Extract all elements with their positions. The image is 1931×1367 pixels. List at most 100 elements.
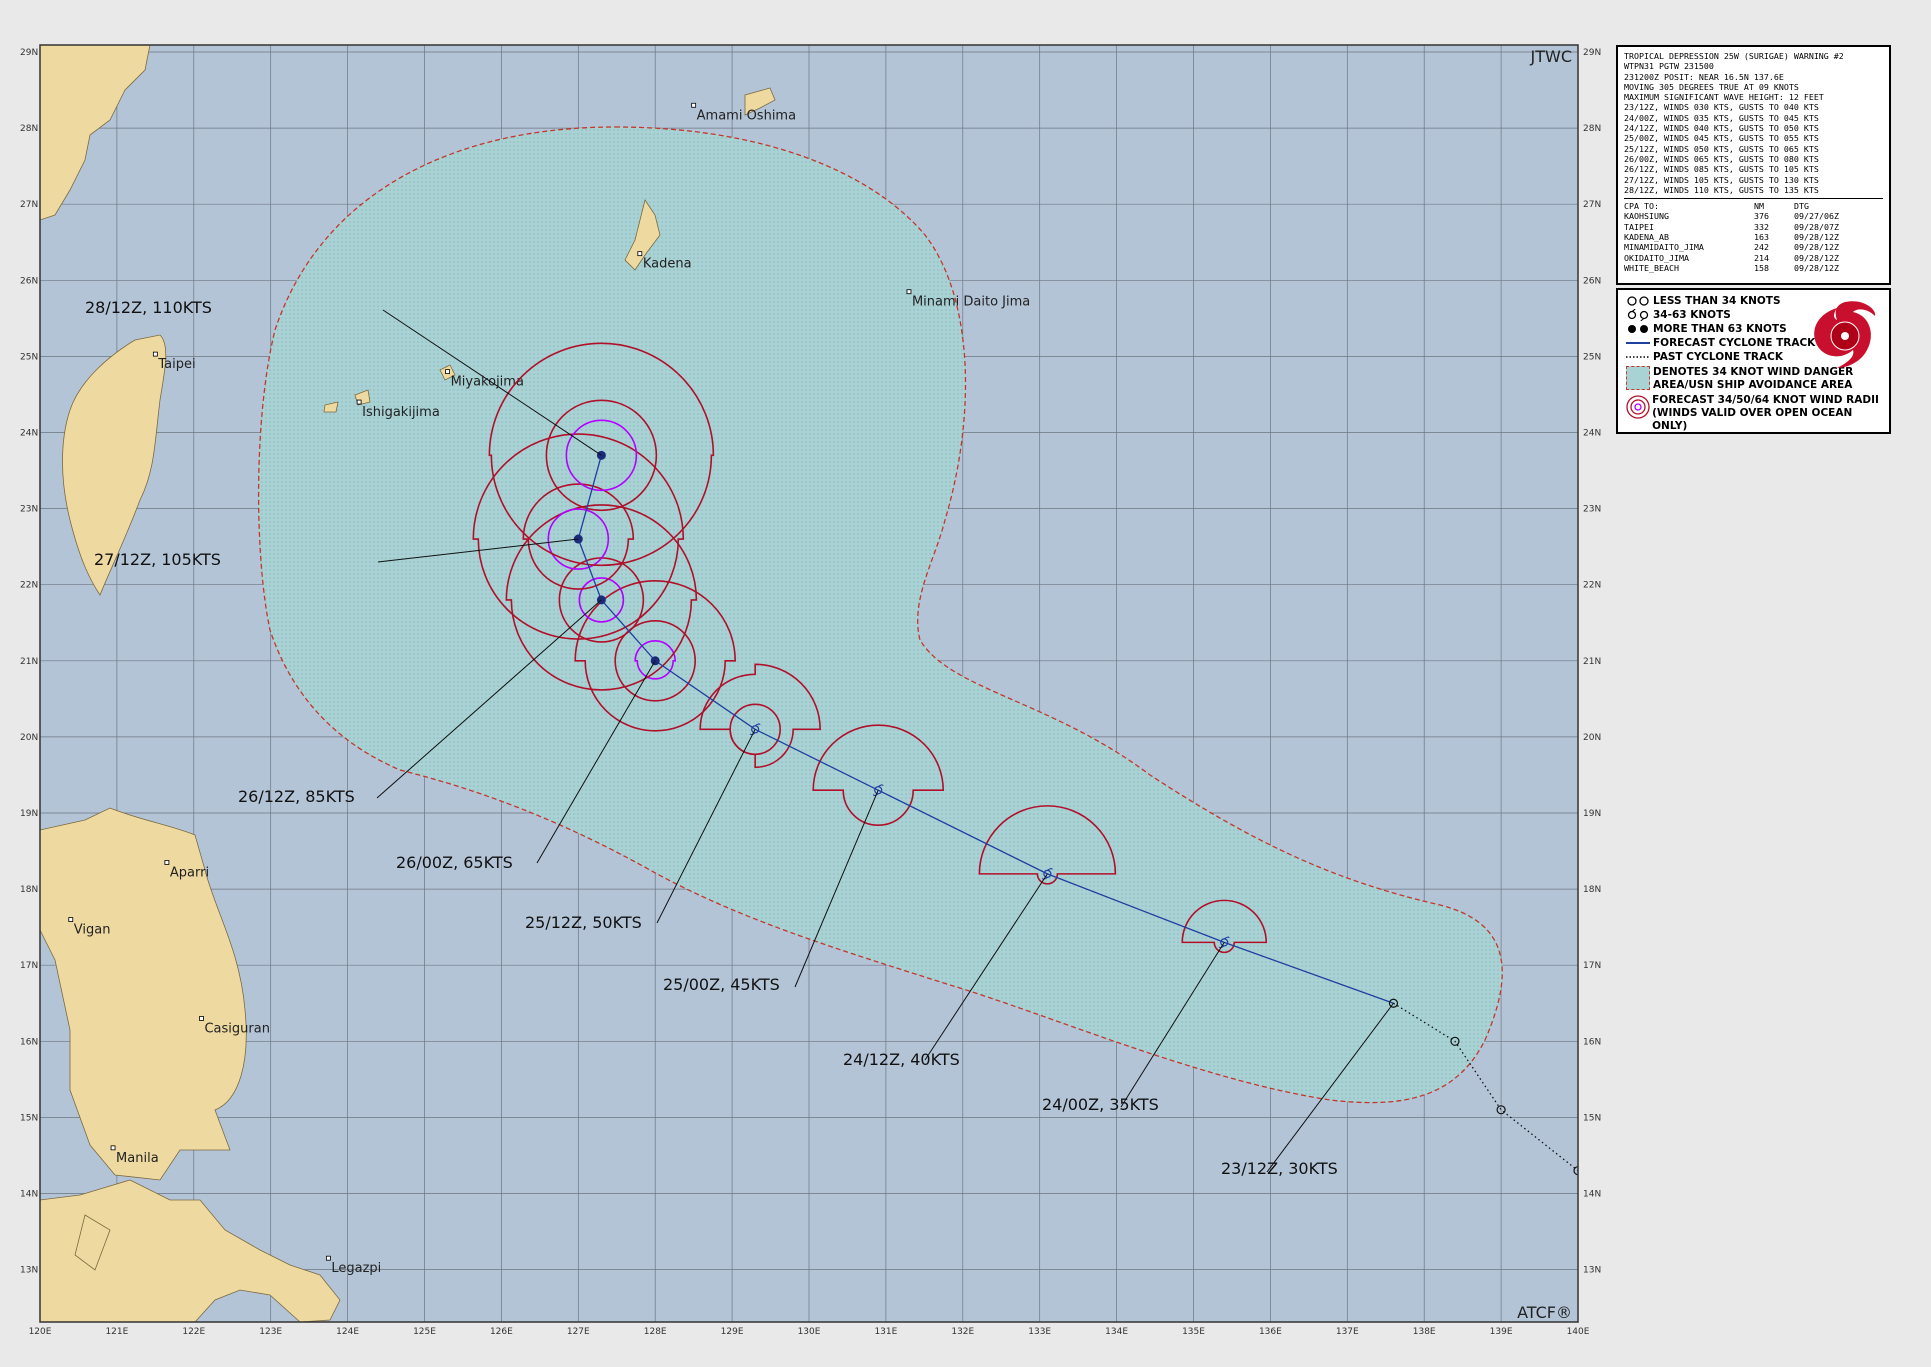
place-name: Casiguran [204,1021,269,1036]
place-marker [445,369,450,375]
warning-line: 28/12Z, WINDS 110 KTS, GUSTS TO 135 KTS [1624,184,1819,195]
warning-line: 24/12Z, WINDS 040 KTS, GUSTS TO 050 KTS [1624,123,1819,134]
warning-line: 27/12Z, WINDS 105 KTS, GUSTS TO 130 KTS [1624,174,1819,185]
lon-tick-label: 135E [1182,1327,1205,1337]
cpa-distance: 332 [1754,221,1769,232]
warning-line: 231200Z POSIT: NEAR 16.5N 137.6E [1624,71,1784,82]
place-marker [68,917,74,922]
place-name: Aparri [170,865,209,880]
warning-line: MOVING 305 DEGREES TRUE AT 09 KNOTS [1624,81,1799,92]
lat-tick-label-left: 25N [20,352,38,362]
warning-line: 24/00Z, WINDS 035 KTS, GUSTS TO 045 KTS [1624,112,1819,123]
forecast-time-label: 25/00Z, 45KTS [663,975,780,994]
open-circle-icon [1623,295,1653,307]
forecast-time-label: 27/12Z, 105KTS [94,550,221,569]
lat-tick-label-left: 22N [20,581,38,591]
storm-icon [1623,309,1653,321]
lat-tick-label-left: 29N [20,48,38,58]
cpa-location: KAOHSIUNG [1624,211,1669,222]
cpa-row: KADENA_AB 163 09/28/12Z [1624,232,1883,242]
warning-line: 25/00Z, WINDS 045 KTS, GUSTS TO 055 KTS [1624,133,1819,144]
lon-tick-label: 140E [1567,1327,1590,1337]
cpa-location: OKIDAITO_JIMA [1624,252,1689,263]
place-name: Ishigakijima [362,405,440,420]
lon-tick-label: 121E [105,1327,128,1337]
lon-tick-label: 131E [874,1327,897,1337]
lat-tick-label-left: 16N [20,1037,38,1047]
lat-tick-label-right: 27N [1583,200,1601,210]
cpa-header-to: CPA TO: [1624,201,1659,212]
cpa-distance: 214 [1754,252,1769,263]
forecast-time-label: 28/12Z, 110KTS [85,298,212,317]
lon-tick-label: 125E [413,1327,436,1337]
lat-tick-label-left: 23N [20,505,38,515]
place-marker [325,1255,331,1261]
lat-tick-label-left: 21N [20,657,38,667]
lat-tick-label-right: 24N [1583,429,1601,439]
place-name: Legazpi [331,1261,381,1276]
lat-tick-label-left: 24N [20,429,38,439]
cpa-time: 09/28/12Z [1794,262,1839,273]
warning-line: 26/00Z, WINDS 065 KTS, GUSTS TO 080 KTS [1624,153,1819,164]
lon-tick-label: 130E [798,1327,821,1337]
lon-tick-label: 128E [644,1327,667,1337]
place-name: Amami Oshima [697,108,796,123]
cpa-header-dtg: DTG [1794,201,1809,212]
lat-tick-label-right: 13N [1583,1266,1601,1276]
lat-tick-label-left: 15N [20,1113,38,1123]
legend-panel: LESS THAN 34 KNOTS 34-63 KNOTS MORE THAN… [1616,288,1891,434]
forecast-time-label: 24/12Z, 40KTS [843,1050,960,1069]
divider [1624,198,1883,200]
place-name: Minami Daito Jima [912,295,1030,310]
legend-label-gt63: MORE THAN 63 KNOTS [1653,323,1787,335]
lon-tick-label: 126E [490,1327,513,1337]
lat-tick-label-right: 21N [1583,657,1601,667]
legend-danger-line2: AREA/USN SHIP AVOIDANCE AREA [1653,379,1853,391]
cpa-row: MINAMIDAITO_JIMA 242 09/28/12Z [1624,242,1883,252]
cpa-time: 09/28/07Z [1794,221,1839,232]
lat-tick-label-left: 17N [20,961,38,971]
warning-line: 25/12Z, WINDS 050 KTS, GUSTS TO 065 KTS [1624,143,1819,154]
lat-tick-label-right: 15N [1583,1113,1601,1123]
warning-line: TROPICAL DEPRESSION 25W (SURIGAE) WARNIN… [1624,51,1844,61]
warning-line: WTPN31 PGTW 231500 [1624,61,1714,72]
legend-label-lt34: LESS THAN 34 KNOTS [1653,295,1781,307]
cpa-row: KAOHSIUNG 376 09/27/06Z [1624,211,1883,221]
place-name: Manila [116,1151,159,1166]
cpa-table: KAOHSIUNG 376 09/27/06Z TAIPEI 332 09/28/07Z K… [1624,211,1883,273]
lat-tick-label-right: 29N [1583,48,1601,58]
warning-line: 26/12Z, WINDS 085 KTS, GUSTS TO 105 KTS [1624,164,1819,175]
wind-radii-icon [1623,394,1652,420]
forecast-time-label: 26/00Z, 65KTS [396,853,513,872]
place-marker [906,289,912,295]
cpa-location: WHITE_BEACH [1624,262,1679,273]
jtwc-logo-icon [1814,301,1876,368]
place-marker [356,399,362,405]
place-name: Kadena [643,257,692,272]
cpa-distance: 242 [1754,242,1769,253]
lat-tick-label-left: 14N [20,1190,38,1200]
lon-tick-label: 133E [1028,1327,1051,1337]
place-marker [691,102,697,108]
cpa-time: 09/28/12Z [1794,252,1839,263]
lon-tick-label: 127E [567,1327,590,1337]
cpa-location: KADENA_AB [1624,232,1669,243]
lat-tick-label-right: 19N [1583,809,1601,819]
cpa-row: TAIPEI 332 09/28/07Z [1624,222,1883,232]
cpa-row: OKIDAITO_JIMA 214 09/28/12Z [1624,253,1883,263]
lat-tick-label-right: 18N [1583,885,1601,895]
dotted-line-icon [1623,354,1653,360]
cpa-row: WHITE_BEACH 158 09/28/12Z [1624,263,1883,273]
lat-tick-label-left: 27N [20,200,38,210]
place-name: Taipei [157,357,195,372]
lon-tick-label: 124E [336,1327,359,1337]
lat-tick-label-left: 28N [20,124,38,134]
legend-item-wind-radii: FORECAST 34/50/64 KNOT WIND RADII (WINDS… [1623,394,1884,433]
cpa-distance: 163 [1754,232,1769,243]
warning-line: 23/12Z, WINDS 030 KTS, GUSTS TO 040 KTS [1624,102,1819,113]
legend-radii-line2: (WINDS VALID OVER OPEN OCEAN ONLY) [1652,407,1853,432]
lat-tick-label-left: 20N [20,733,38,743]
lat-tick-label-left: 19N [20,809,38,819]
danger-area-swatch-icon [1623,366,1653,390]
lat-tick-label-right: 25N [1583,352,1601,362]
